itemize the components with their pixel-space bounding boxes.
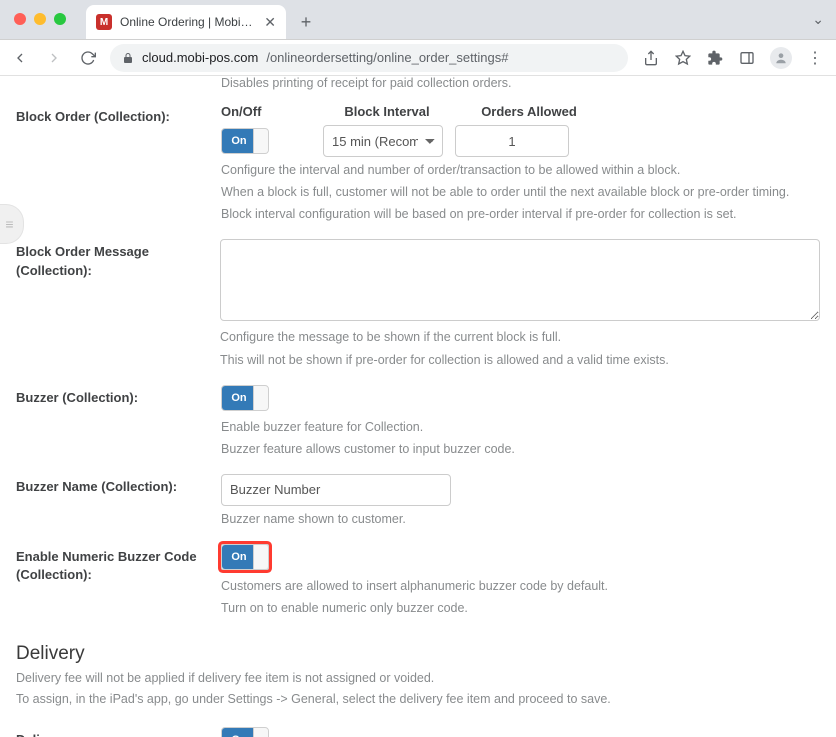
delivery-subtext-1: Delivery fee will not be applied if deli… <box>16 669 820 688</box>
buzzer-help-2: Buzzer feature allows customer to input … <box>221 440 820 458</box>
profile-avatar[interactable] <box>770 47 792 69</box>
buzzer-row: Buzzer (Collection): On Enable buzzer fe… <box>16 377 820 466</box>
numeric-buzzer-help-1: Customers are allowed to insert alphanum… <box>221 577 820 595</box>
window-controls <box>10 0 86 39</box>
block-message-help-2: This will not be shown if pre-order for … <box>220 351 820 369</box>
block-message-textarea[interactable] <box>220 239 820 321</box>
delivery-label: Delivery: <box>16 727 221 737</box>
buzzer-name-label: Buzzer Name (Collection): <box>16 474 221 496</box>
numeric-buzzer-row: Enable Numeric Buzzer Code (Collection):… <box>16 536 820 625</box>
buzzer-name-help: Buzzer name shown to customer. <box>221 510 820 528</box>
kebab-menu-icon[interactable]: ⋮ <box>806 49 824 67</box>
favicon-icon: M <box>96 14 112 30</box>
header-interval: Block Interval <box>313 104 461 119</box>
close-window-icon[interactable] <box>14 13 26 25</box>
block-message-help-1: Configure the message to be shown if the… <box>220 328 820 346</box>
bookmark-icon[interactable] <box>674 49 692 67</box>
block-order-row: Block Order (Collection): On/Off Block I… <box>16 96 820 231</box>
block-order-help-2: When a block is full, customer will not … <box>221 183 820 201</box>
header-onoff: On/Off <box>221 104 291 119</box>
delivery-heading: Delivery <box>16 643 820 665</box>
header-allowed: Orders Allowed <box>469 104 589 119</box>
delivery-subtext-2: To assign, in the iPad's app, go under S… <box>16 690 820 709</box>
tab-close-icon[interactable]: ✕ <box>264 14 276 31</box>
minimize-window-icon[interactable] <box>34 13 46 25</box>
browser-tab-active[interactable]: M Online Ordering | MobiPOS ✕ <box>86 5 286 39</box>
buzzer-name-row: Buzzer Name (Collection): Buzzer name sh… <box>16 466 820 536</box>
share-icon[interactable] <box>642 49 660 67</box>
browser-tab-bar: M Online Ordering | MobiPOS ✕ + ⌄ <box>0 0 836 40</box>
block-order-label: Block Order (Collection): <box>16 104 221 126</box>
numeric-buzzer-label: Enable Numeric Buzzer Code (Collection): <box>16 544 221 584</box>
side-panel-icon[interactable] <box>738 49 756 67</box>
block-interval-select[interactable]: 15 min (Recommended) <box>323 125 443 157</box>
reload-button[interactable] <box>76 46 100 70</box>
back-button[interactable] <box>8 46 32 70</box>
tabbar-expand-icon[interactable]: ⌄ <box>812 0 824 39</box>
orders-allowed-input[interactable] <box>455 125 569 157</box>
block-order-toggle[interactable]: On <box>221 128 269 154</box>
numeric-buzzer-toggle[interactable]: On <box>221 544 269 570</box>
block-message-row: Block Order Message (Collection): Config… <box>16 231 820 376</box>
new-tab-button[interactable]: + <box>292 8 320 36</box>
delivery-toggle[interactable]: On <box>221 727 269 737</box>
numeric-buzzer-help-2: Turn on to enable numeric only buzzer co… <box>221 599 820 617</box>
maximize-window-icon[interactable] <box>54 13 66 25</box>
buzzer-help-1: Enable buzzer feature for Collection. <box>221 418 820 436</box>
extensions-icon[interactable] <box>706 49 724 67</box>
tab-title: Online Ordering | MobiPOS <box>120 15 256 29</box>
buzzer-toggle[interactable]: On <box>221 385 269 411</box>
receipt-help-text: Disables printing of receipt for paid co… <box>16 76 820 90</box>
url-path: /onlineordersetting/online_order_setting… <box>266 50 508 65</box>
block-message-label: Block Order Message (Collection): <box>16 239 220 279</box>
forward-button[interactable] <box>42 46 66 70</box>
url-host: cloud.mobi-pos.com <box>142 50 258 65</box>
address-bar[interactable]: cloud.mobi-pos.com/onlineordersetting/on… <box>110 44 628 72</box>
buzzer-name-input[interactable] <box>221 474 451 506</box>
delivery-row: Delivery: On Enable delivery order mode … <box>16 719 820 737</box>
browser-toolbar: cloud.mobi-pos.com/onlineordersetting/on… <box>0 40 836 76</box>
buzzer-label: Buzzer (Collection): <box>16 385 221 407</box>
lock-icon <box>122 52 134 64</box>
block-order-help-1: Configure the interval and number of ord… <box>221 161 820 179</box>
block-order-help-3: Block interval configuration will be bas… <box>221 205 820 223</box>
